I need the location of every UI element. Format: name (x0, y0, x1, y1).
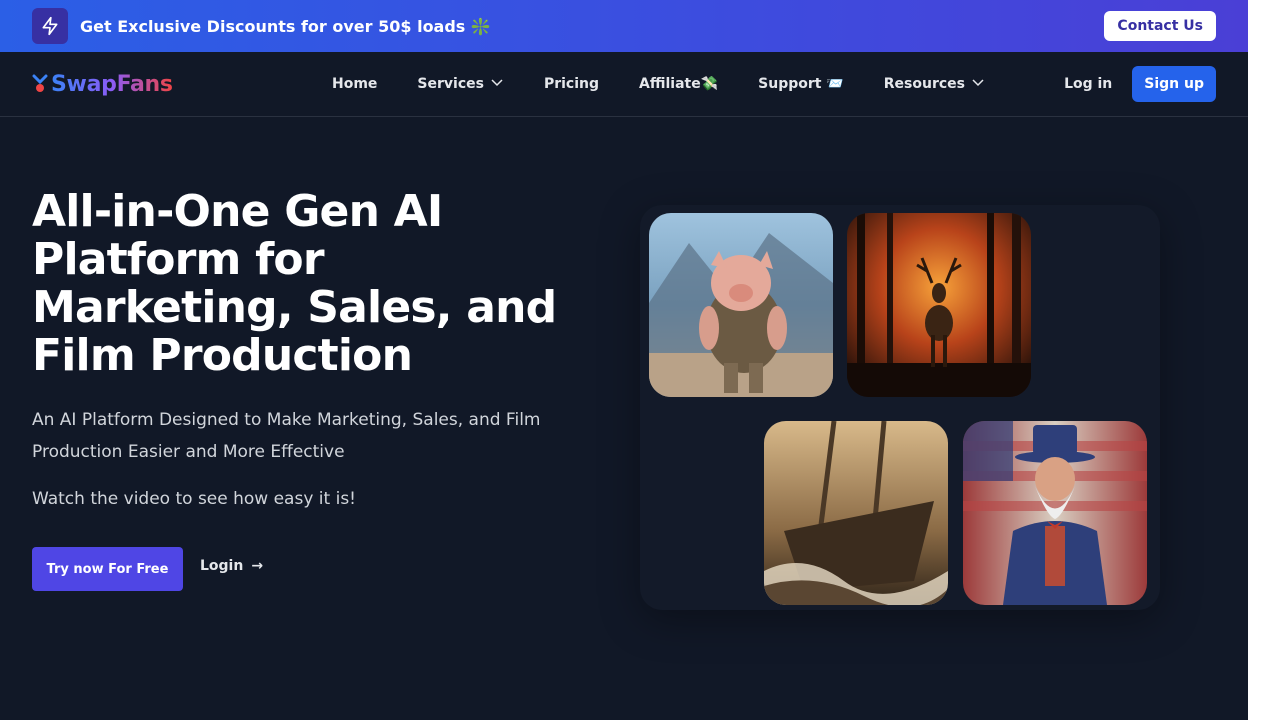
signup-button[interactable]: Sign up (1132, 66, 1216, 102)
nav-item-label: Pricing (543, 76, 600, 92)
nav-item-label: Affiliate💸 (639, 76, 719, 92)
login-link[interactable]: Log in (1064, 76, 1112, 92)
nav-item-affiliate[interactable]: Affiliate💸 (639, 76, 718, 92)
hero-subtitle: An AI Platform Designed to Make Marketin… (32, 410, 541, 462)
nav-item-resources[interactable]: Resources (884, 75, 985, 93)
logo-text: SwapFans (51, 71, 173, 97)
nav-item-home[interactable]: Home (332, 76, 377, 92)
nav-item-pricing[interactable]: Pricing (544, 76, 599, 92)
sinking-ship-image (764, 421, 948, 605)
promo-text: Get Exclusive Discounts for over 50$ loa… (80, 16, 491, 36)
nav-item-label: Home (332, 76, 378, 92)
nav-menu: Home Services Pricing Affiliate💸 Support… (332, 75, 985, 93)
hero-watch-text: Watch the video to see how easy it is! (32, 489, 356, 509)
scrollbar-gutter (1248, 0, 1280, 720)
hero-login-link[interactable]: Login → (200, 558, 263, 574)
nav-item-label: Support 📨 (758, 76, 844, 92)
page: Get Exclusive Discounts for over 50$ loa… (0, 0, 1248, 720)
arrow-right-icon: → (251, 558, 264, 574)
nav-item-label: Resources (883, 76, 966, 92)
nav-item-label: Services (417, 76, 484, 92)
uncle-sam-image (963, 421, 1147, 605)
hero-title: All-in-One Gen AI Platform for Marketing… (32, 186, 557, 381)
logo-mark-icon (32, 73, 48, 95)
nav-item-support[interactable]: Support 📨 (758, 76, 844, 92)
nav-item-services[interactable]: Services (417, 75, 504, 93)
try-free-button[interactable]: Try now For Free (32, 547, 183, 591)
contact-us-button[interactable]: Contact Us (1104, 11, 1216, 41)
chevron-down-icon (971, 75, 985, 93)
logo[interactable]: SwapFans (32, 72, 272, 97)
main-nav: SwapFans Home Services Pricing Affiliate… (0, 52, 1248, 117)
lightning-bolt-icon (32, 8, 68, 44)
chevron-down-icon (490, 75, 504, 93)
auth-actions: Log in Sign up (1064, 66, 1216, 102)
pig-warrior-image (649, 213, 833, 397)
burning-forest-deer-image (847, 213, 1031, 397)
promo-banner: Get Exclusive Discounts for over 50$ loa… (0, 0, 1248, 52)
hero-login-label: Login (200, 558, 244, 574)
